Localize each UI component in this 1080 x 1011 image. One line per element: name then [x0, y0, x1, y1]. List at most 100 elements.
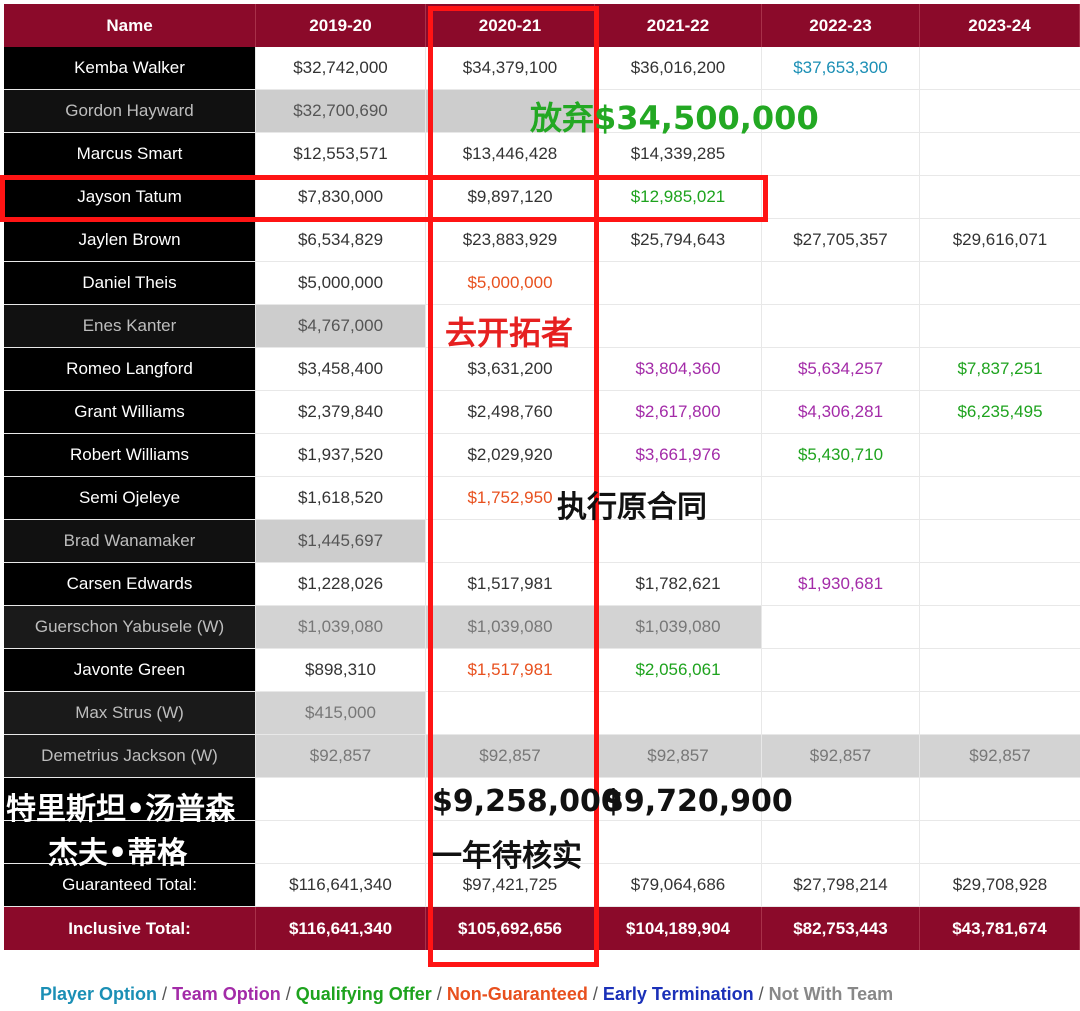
- salary-cell: [762, 606, 920, 648]
- legend-separator: /: [436, 984, 447, 1004]
- salary-cell: $29,616,071: [952, 230, 1048, 249]
- player-name-cell[interactable]: Romeo Langford: [4, 348, 256, 390]
- player-name-cell[interactable]: Carsen Edwards: [4, 563, 256, 605]
- legend-non-guaranteed: Non-Guaranteed: [446, 984, 588, 1004]
- salary-cell: $14,339,285: [595, 133, 762, 175]
- salary-cell: [920, 434, 1080, 476]
- player-name-cell[interactable]: Demetrius Jackson (W): [4, 735, 256, 777]
- player-name-cell[interactable]: Kemba Walker: [4, 47, 256, 89]
- salary-cell: [256, 821, 426, 863]
- salary-cell: [762, 133, 920, 175]
- annotation-teague-name: 杰夫•蒂格: [48, 836, 188, 871]
- salary-cell: $2,056,061: [595, 649, 762, 691]
- salary-cell: $27,798,214: [762, 864, 920, 906]
- legend-separator: /: [162, 984, 173, 1004]
- salary-cell: [920, 176, 1080, 218]
- highlight-box-tatum: [0, 175, 768, 222]
- inclusive-total-cell: $43,781,674: [920, 907, 1080, 950]
- header-2022-23[interactable]: 2022-23: [762, 4, 920, 47]
- player-name-cell[interactable]: Jaylen Brown: [4, 219, 256, 261]
- salary-cell: [595, 305, 762, 347]
- salary-cell: [920, 262, 1080, 304]
- header-name[interactable]: Name: [4, 4, 256, 47]
- salary-cell: [920, 133, 1080, 175]
- salary-cell: $92,857: [920, 735, 1080, 777]
- salary-cell: $1,618,520: [256, 477, 426, 519]
- player-name-cell[interactable]: Semi Ojeleye: [4, 477, 256, 519]
- salary-cell: [920, 563, 1080, 605]
- legend-not-with-team: Not With Team: [768, 984, 894, 1004]
- player-name-cell[interactable]: Javonte Green: [4, 649, 256, 691]
- salary-cell: $92,857: [256, 735, 426, 777]
- salary-cell: $5,000,000: [256, 262, 426, 304]
- salary-cell: [920, 90, 1080, 132]
- salary-cell: $3,661,976: [595, 434, 762, 476]
- salary-cell: $36,016,200: [595, 47, 762, 89]
- salary-cell: $898,310: [256, 649, 426, 691]
- player-name-cell[interactable]: Marcus Smart: [4, 133, 256, 175]
- salary-cell: $415,000: [256, 692, 426, 734]
- player-name-cell[interactable]: Robert Williams: [4, 434, 256, 476]
- annotation-thompson-name: 特里斯坦•汤普森: [6, 792, 236, 827]
- salary-cell: $116,641,340: [256, 864, 426, 906]
- header-2023-24[interactable]: 2023-24: [920, 4, 1080, 47]
- header-2019-20[interactable]: 2019-20: [256, 4, 426, 47]
- salary-cell: [762, 692, 920, 734]
- salary-cell: $1,039,080: [256, 606, 426, 648]
- inclusive-total-label: Inclusive Total:: [4, 907, 256, 950]
- salary-cell: [920, 606, 1080, 648]
- salary-cell: [762, 305, 920, 347]
- salary-cell: $1,782,621: [595, 563, 762, 605]
- salary-cell: $7,837,251: [957, 359, 1043, 378]
- salary-cell: $79,064,686: [595, 864, 762, 906]
- salary-cell: [920, 520, 1080, 562]
- salary-cell: $37,653,300: [762, 47, 920, 89]
- salary-cell: $1,445,697: [256, 520, 426, 562]
- annotation-thompson-y1: $9,258,000: [432, 784, 622, 819]
- salary-cell: [595, 262, 762, 304]
- player-name-cell[interactable]: Gordon Hayward: [4, 90, 256, 132]
- legend-early-termination: Early Termination: [602, 984, 754, 1004]
- player-name-cell[interactable]: Grant Williams: [4, 391, 256, 433]
- annotation-hayward: 放弃$34,500,000: [530, 99, 819, 137]
- salary-cell: $4,767,000: [256, 305, 426, 347]
- salary-cell: [920, 47, 1080, 89]
- legend-player-option: Player Option: [40, 984, 158, 1004]
- player-name-cell[interactable]: Enes Kanter: [4, 305, 256, 347]
- salary-cell: [762, 821, 920, 863]
- legend-team-option: Team Option: [172, 984, 281, 1004]
- player-name-cell[interactable]: Daniel Theis: [4, 262, 256, 304]
- salary-cell: [920, 305, 1080, 347]
- salary-cell: [762, 520, 920, 562]
- player-name-cell[interactable]: Brad Wanamaker: [4, 520, 256, 562]
- legend-qualifying-offer: Qualifying Offer: [295, 984, 432, 1004]
- salary-cell: [920, 692, 1080, 734]
- salary-cell: [920, 477, 1080, 519]
- salary-cell: $12,553,571: [256, 133, 426, 175]
- salary-cell: $29,708,928: [952, 875, 1048, 894]
- salary-cell: $32,742,000: [256, 47, 426, 89]
- salary-cell: $1,039,080: [595, 606, 762, 648]
- salary-cell: [920, 649, 1080, 691]
- header-2021-22[interactable]: 2021-22: [595, 4, 762, 47]
- salary-cell: [595, 821, 762, 863]
- annotation-kanter: 去开拓者: [445, 314, 574, 352]
- salary-cell: $27,705,357: [762, 219, 920, 261]
- legend-separator: /: [592, 984, 603, 1004]
- salary-cell: [762, 649, 920, 691]
- player-name-cell[interactable]: Guerschon Yabusele (W): [4, 606, 256, 648]
- legend: Player Option / Team Option / Qualifying…: [40, 984, 893, 1005]
- inclusive-total-cell: $116,641,340: [256, 907, 426, 950]
- salary-cell: $25,794,643: [595, 219, 762, 261]
- salary-cell: $2,379,840: [256, 391, 426, 433]
- salary-cell: [762, 262, 920, 304]
- salary-cell: $92,857: [762, 735, 920, 777]
- salary-cell: $4,306,281: [762, 391, 920, 433]
- salary-cell: [762, 176, 920, 218]
- player-name-cell[interactable]: Max Strus (W): [4, 692, 256, 734]
- salary-cell: $1,228,026: [256, 563, 426, 605]
- salary-cell: $2,617,800: [595, 391, 762, 433]
- salary-cell: [256, 778, 426, 820]
- annotation-teague-note: 一年待核实: [432, 839, 582, 874]
- salary-cell: $32,700,690: [256, 90, 426, 132]
